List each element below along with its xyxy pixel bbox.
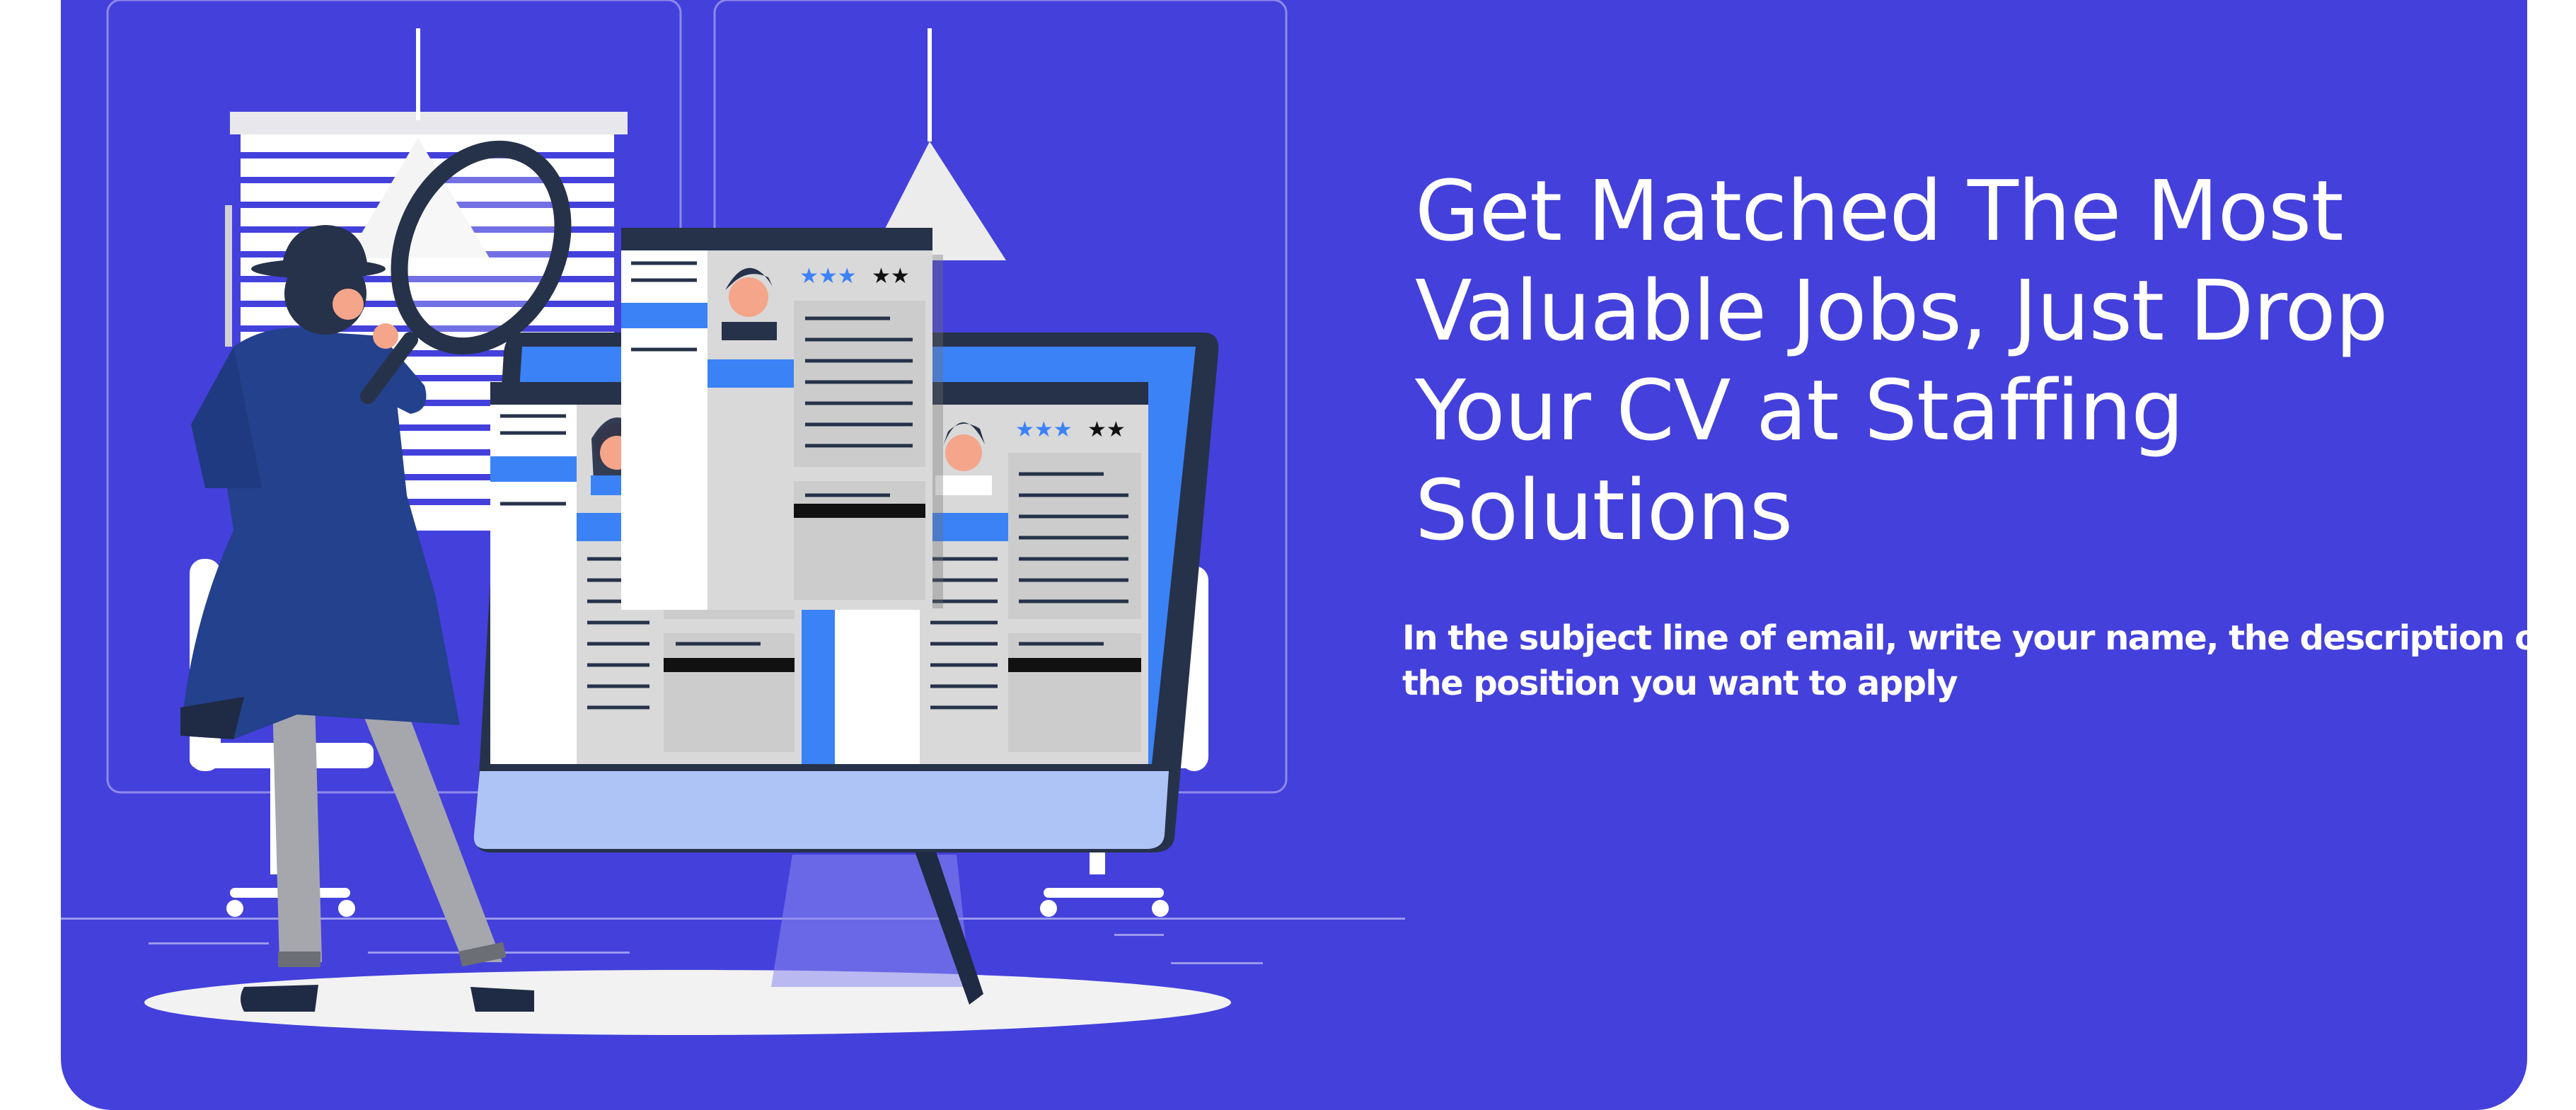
svg-text:★★: ★★ [1087, 417, 1126, 442]
star-rating-icon: ★★★ ★★ [1015, 417, 1126, 442]
svg-text:★★★: ★★★ [1015, 417, 1073, 442]
svg-text:★★★: ★★★ [799, 264, 857, 289]
hero-description: In the subject line of email, write your… [1402, 618, 2552, 703]
svg-text:★★: ★★ [872, 264, 910, 289]
floor-line [61, 918, 1405, 920]
ceiling-lamp-right [869, 28, 1006, 260]
star-rating-icon: ★★★ ★★ [799, 264, 910, 289]
cv-card-top-center: ★★★ ★★ [621, 228, 943, 610]
hero-headline: Get Matched The Most Valuable Jobs, Just… [1415, 162, 2389, 559]
